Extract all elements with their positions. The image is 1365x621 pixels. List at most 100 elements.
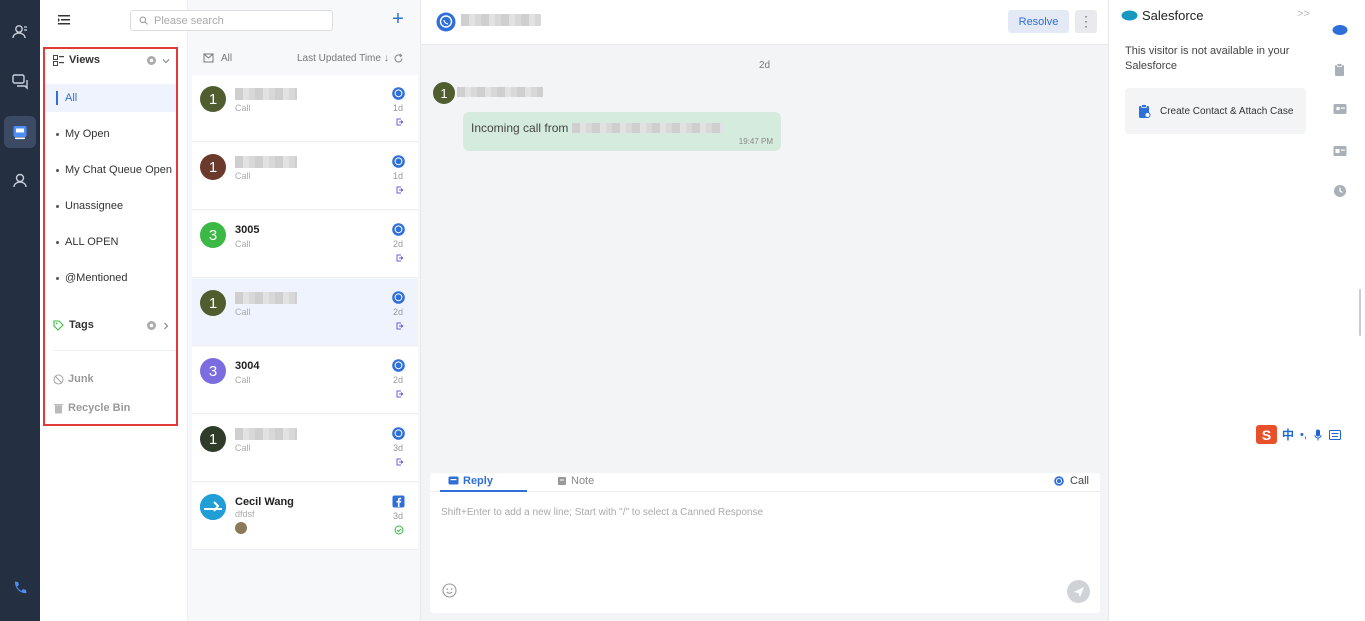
tags-title: Tags [69, 319, 94, 331]
view-item-label: Unassignee [65, 200, 124, 212]
message-timestamp: 19:47 PM [738, 137, 773, 146]
whatsapp-icon [392, 87, 405, 100]
phone-nav-button[interactable] [4, 572, 36, 604]
whatsapp-call-icon [1054, 476, 1064, 486]
tags-section-header[interactable]: Tags [53, 319, 94, 331]
day-separator: 2d [758, 60, 771, 71]
tags-settings-gear-icon[interactable] [145, 319, 158, 332]
note-tab-label: Note [571, 475, 595, 487]
salesforce-panel: Salesforce >> This visitor is not availa… [1108, 0, 1320, 621]
message-input[interactable]: Shift+Enter to add a new line; Start wit… [441, 507, 763, 518]
bullet [56, 204, 59, 208]
message-prefix: Incoming call from [471, 121, 569, 135]
more-options-button[interactable]: ⋮ [1075, 10, 1097, 33]
chat-panel: Resolve ⋮ 2d 1 Incoming call from 19:47 … [421, 0, 1108, 621]
composer: Reply Note Call Shift+Enter to add a new… [430, 473, 1100, 613]
conversation-avatar: 3 [200, 358, 226, 384]
conversation-name: Cecil Wang [235, 496, 294, 508]
junk-item[interactable]: Junk [53, 373, 94, 385]
conversation-avatar [200, 494, 226, 520]
search-input[interactable]: Please search [130, 10, 333, 31]
conversation-row[interactable]: 3 3004 Call 2d [192, 347, 418, 414]
view-item-all-open[interactable]: ALL OPEN [45, 228, 176, 256]
views-settings-gear-icon[interactable] [145, 54, 158, 67]
conversation-name: 3004 [235, 360, 260, 372]
scrollbar-handle[interactable] [1359, 289, 1361, 336]
id-card-rail-icon[interactable] [1332, 143, 1348, 159]
collapse-menu-icon[interactable] [57, 13, 71, 27]
call-label: Call [1070, 475, 1089, 487]
recycle-bin-item[interactable]: Recycle Bin [53, 402, 130, 414]
chevron-down-icon[interactable] [161, 56, 171, 66]
conversation-time: 1d [393, 103, 404, 113]
view-item-mentioned[interactable]: @Mentioned [45, 264, 176, 292]
collapse-panel-button[interactable]: >> [1297, 8, 1310, 20]
conversation-time: 3d [393, 443, 404, 453]
view-item-my-chat-queue-open[interactable]: My Chat Queue Open [45, 156, 176, 184]
create-contact-attach-case-button[interactable]: Create Contact & Attach Case [1125, 88, 1306, 134]
history-clock-icon[interactable] [1332, 183, 1348, 199]
view-item-my-open[interactable]: My Open [45, 120, 176, 148]
conversation-preview: Call [235, 307, 251, 317]
note-icon [558, 477, 566, 485]
conversation-preview: Call [235, 171, 251, 181]
salesforce-rail-icon[interactable] [1332, 21, 1348, 37]
ime-punctuation-icon[interactable]: •, [1300, 429, 1307, 441]
whatsapp-icon [436, 12, 456, 32]
conversation-row[interactable]: 1 Call 3d [192, 415, 418, 482]
search-icon [139, 16, 148, 25]
tab-reply[interactable]: Reply [448, 475, 493, 487]
tab-note[interactable]: Note [557, 475, 594, 487]
chat-header: Resolve ⋮ [421, 0, 1108, 45]
tags-tools [145, 319, 171, 332]
filter-all-button[interactable]: All [203, 53, 232, 64]
sort-dropdown[interactable]: Last Updated Time ↓ [297, 53, 389, 64]
facebook-icon [392, 495, 405, 508]
conversation-row[interactable]: 3 3005 Call 2d [192, 211, 418, 278]
conversation-name [235, 428, 297, 443]
nav-rail [0, 0, 40, 621]
views-highlight-box: Views All My Open My Chat Queue Open Una… [43, 47, 178, 426]
chat-nav-button[interactable] [4, 65, 36, 97]
view-item-all[interactable]: All [45, 84, 176, 112]
whatsapp-icon [392, 291, 405, 304]
refresh-icon[interactable] [393, 53, 404, 64]
views-section-header[interactable]: Views [53, 54, 100, 66]
emoji-icon[interactable] [442, 583, 457, 598]
send-button[interactable] [1067, 580, 1090, 603]
view-item-label: ALL OPEN [65, 236, 119, 248]
view-item-unassignee[interactable]: Unassignee [45, 192, 176, 220]
conversation-avatar: 3 [200, 222, 226, 248]
conversation-row[interactable]: Cecil Wang dfdsf 3d [192, 483, 418, 550]
name-redacted [235, 88, 297, 100]
headset-agent-icon [13, 173, 27, 188]
conversation-row[interactable]: 1 Call 2d [192, 279, 418, 346]
conversation-row[interactable]: 1 Call 1d [192, 143, 418, 210]
microphone-icon[interactable] [1314, 429, 1322, 441]
bullet [56, 240, 59, 244]
ime-language[interactable]: 中 [1282, 426, 1294, 443]
keyboard-icon[interactable] [1328, 429, 1341, 440]
caller-number-redacted [572, 123, 725, 133]
conversation-row[interactable]: 1 Call 1d [192, 75, 418, 142]
salesforce-status-message: This visitor is not available in your Sa… [1125, 45, 1290, 72]
add-conversation-button[interactable]: + [388, 9, 408, 30]
contacts-nav-button[interactable] [4, 16, 36, 48]
resolve-button[interactable]: Resolve [1008, 10, 1069, 33]
inbox-nav-button[interactable] [4, 116, 36, 148]
status-icon [396, 390, 404, 398]
ime-toolbar[interactable]: S 中 •, [1256, 425, 1349, 444]
conversation-name [235, 156, 297, 171]
agent-nav-button[interactable] [4, 164, 36, 196]
chevron-right-icon[interactable] [161, 321, 171, 331]
status-icon [396, 118, 404, 126]
status-icon [394, 525, 404, 535]
composer-tabs: Reply Note Call [430, 473, 1100, 492]
contact-name-redacted [461, 14, 541, 26]
contact-card-rail-icon[interactable] [1332, 101, 1348, 117]
clipboard-rail-icon[interactable] [1332, 62, 1348, 78]
composer-call-button[interactable]: Call [1054, 475, 1089, 487]
salesforce-header: Salesforce [1109, 0, 1321, 30]
tag-icon [53, 319, 64, 331]
view-item-label: My Chat Queue Open [65, 164, 173, 176]
